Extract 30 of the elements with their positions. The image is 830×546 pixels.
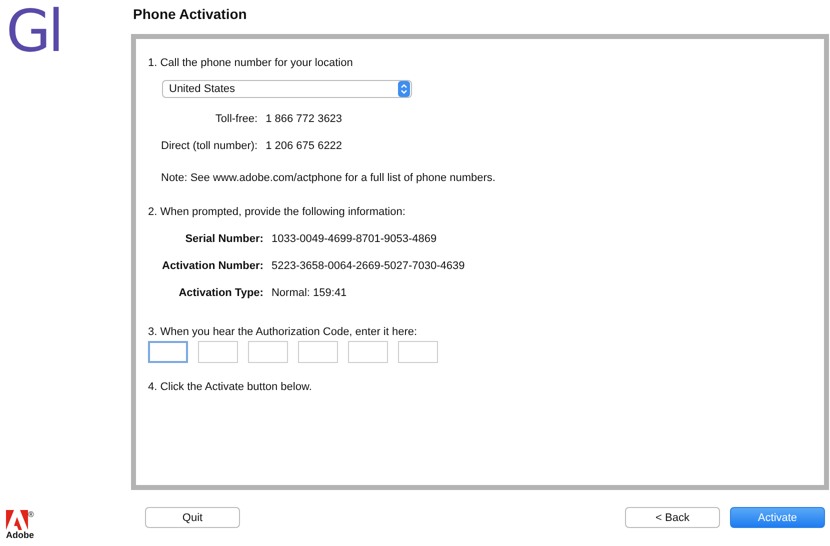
phone-label: Direct (toll number):	[161, 140, 258, 152]
code-field[interactable]	[248, 341, 288, 363]
field-value: Normal: 159:41	[271, 287, 348, 299]
code-field[interactable]	[198, 341, 238, 363]
phone-number: 1 866 772 3623	[266, 113, 342, 125]
action-button[interactable]: Quit	[145, 507, 240, 528]
code-field[interactable]	[148, 341, 188, 363]
stepper-icon	[398, 81, 410, 97]
phone-label: Toll-free:	[214, 113, 258, 125]
adobe-wordmark: Adobe	[6, 530, 34, 540]
step-text: 2. When prompted, provide the following information:	[148, 206, 406, 218]
note-text: Note: See www.adobe.com/actphone for a full list of phone numbers.	[161, 172, 496, 184]
phone-number: 1 206 675 6222	[266, 140, 342, 152]
code-field[interactable]	[298, 341, 338, 363]
registered-mark: ®	[28, 510, 34, 519]
step-text: 4. Click the Activate button below.	[148, 381, 313, 393]
code-field[interactable]	[348, 341, 388, 363]
code-field[interactable]	[398, 341, 438, 363]
field-value: 1033-0049-4699-8701-9053-4869	[271, 233, 438, 245]
field-label: Activation Number:	[162, 260, 264, 272]
step-text: 3. When you hear the Authorization Code, enter it here:	[148, 326, 418, 338]
step-text: 1. Call the phone number for your location	[148, 57, 354, 69]
page-title: Phone Activation	[133, 6, 248, 22]
field-label: Serial Number:	[184, 233, 264, 245]
field-value: 5223-3658-0064-2669-5027-7030-4639	[271, 260, 465, 272]
app-logo: Gl	[6, 2, 62, 60]
adobe-logo-icon	[6, 510, 28, 530]
field-label: Activation Type:	[178, 287, 264, 299]
action-button[interactable]: < Back	[625, 507, 720, 528]
country-select[interactable]: United States	[162, 80, 412, 98]
